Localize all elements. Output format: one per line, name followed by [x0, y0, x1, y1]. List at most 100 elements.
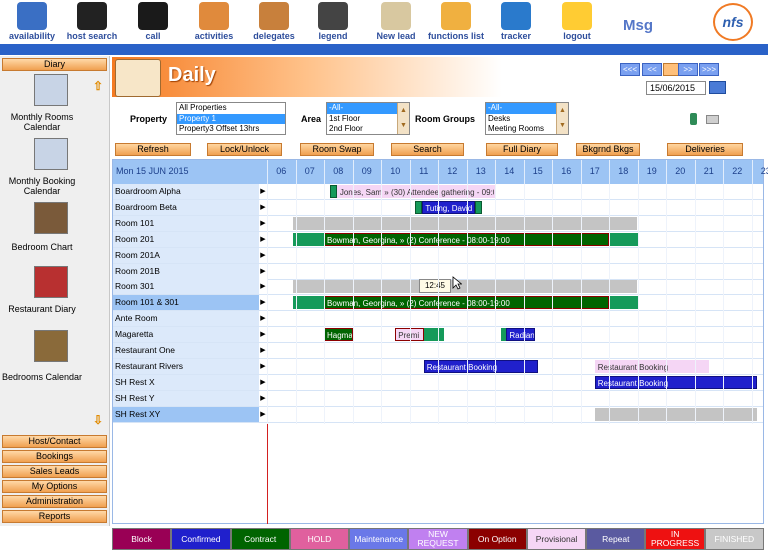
bedrooms-calendar-icon[interactable]: [34, 330, 68, 362]
room-name[interactable]: Ante Room: [113, 311, 259, 327]
listbox-option[interactable]: Property3 Offset 13hrs: [177, 124, 285, 134]
nav-last-button[interactable]: >>>: [699, 63, 719, 76]
room-name[interactable]: SH Rest X: [113, 374, 259, 390]
sidebar-tab-my-options[interactable]: My Options: [2, 480, 107, 493]
room-name[interactable]: Boardroom Alpha: [113, 184, 259, 199]
nav-next-button[interactable]: >>: [678, 63, 698, 76]
row-expand-icon[interactable]: ▶: [259, 390, 267, 406]
row-expand-icon[interactable]: ▶: [259, 374, 267, 390]
area-scrollbar[interactable]: ▲ ▼: [397, 103, 409, 134]
calendar-grid-icon[interactable]: [34, 74, 68, 106]
deliveries-button[interactable]: Deliveries: [667, 143, 743, 156]
booking-block[interactable]: [292, 232, 324, 246]
scroll-down-icon[interactable]: ▼: [398, 118, 409, 133]
edit-icon[interactable]: [690, 113, 697, 125]
row-expand-icon[interactable]: ▶: [259, 231, 267, 247]
room-name[interactable]: Room 201: [113, 231, 259, 247]
row-expand-icon[interactable]: ▶: [259, 343, 267, 358]
property-listbox[interactable]: All Properties Property 1 Property3 Offset…: [176, 102, 286, 135]
row-expand-icon[interactable]: ▶: [259, 406, 267, 422]
booking-block[interactable]: [423, 328, 444, 342]
room-name[interactable]: Restaurant One: [113, 343, 259, 358]
toolbar-item-tracker[interactable]: tracker: [494, 0, 538, 44]
lock-unlock-button[interactable]: Lock/Unlock: [207, 143, 282, 156]
scroll-up-arrow-icon[interactable]: ⇧: [92, 80, 104, 92]
booking-block[interactable]: Restaurant Booking: [594, 359, 709, 373]
full-diary-button[interactable]: Full Diary: [486, 143, 558, 156]
booking-block[interactable]: [609, 232, 638, 246]
scroll-up-icon[interactable]: ▲: [557, 103, 568, 118]
scroll-down-icon[interactable]: ▼: [557, 118, 568, 133]
booking-block[interactable]: [292, 296, 324, 310]
toolbar-item-functions-list[interactable]: functions list: [425, 0, 487, 44]
booking-block[interactable]: Restaurant Booking: [423, 359, 538, 373]
sidebar-item-0[interactable]: Monthly Rooms Calendar: [0, 112, 84, 132]
booking-block[interactable]: [609, 296, 638, 310]
restaurant-icon[interactable]: [34, 266, 68, 298]
sidebar-item-1[interactable]: Monthly Booking Calendar: [0, 176, 84, 196]
refresh-button[interactable]: Refresh: [115, 143, 191, 156]
room-name[interactable]: Room 201A: [113, 247, 259, 263]
room-name[interactable]: Room 101 & 301: [113, 295, 259, 311]
room-name[interactable]: Room 101: [113, 215, 259, 231]
search-button[interactable]: Search: [391, 143, 464, 156]
booking-block[interactable]: [292, 280, 638, 294]
sidebar-tab-reports[interactable]: Reports: [2, 510, 107, 523]
date-input[interactable]: 15/06/2015: [646, 81, 706, 95]
booking-block[interactable]: Hagma: [324, 328, 353, 342]
booking-block[interactable]: [415, 200, 423, 214]
booking-block[interactable]: Jones, Sam » (30) Attendee gathering - 0…: [336, 185, 495, 198]
toolbar-item-call[interactable]: call: [128, 0, 178, 44]
listbox-option[interactable]: Property 1: [177, 113, 285, 124]
row-expand-icon[interactable]: ▶: [259, 311, 267, 327]
msg-link[interactable]: Msg: [623, 17, 653, 34]
calendar-picker-icon[interactable]: [709, 81, 726, 94]
nav-first-button[interactable]: <<<: [620, 63, 640, 76]
room-name[interactable]: Room 201B: [113, 263, 259, 279]
toolbar-item-new-lead[interactable]: New lead: [369, 0, 423, 44]
room-name[interactable]: SH Rest XY: [113, 406, 259, 422]
booking-block[interactable]: [594, 407, 758, 421]
bkgrnd-bkgs-button[interactable]: Bkgrnd Bkgs: [576, 143, 640, 156]
room-swap-button[interactable]: Room Swap: [300, 143, 374, 156]
room-name[interactable]: Room 301: [113, 279, 259, 295]
toolbar-item-delegates[interactable]: delegates: [248, 0, 300, 44]
sidebar-tab-administration[interactable]: Administration: [2, 495, 107, 508]
bedroom-icon[interactable]: [34, 202, 68, 234]
booking-block[interactable]: [329, 185, 337, 198]
sidebar-tab-bookings[interactable]: Bookings: [2, 450, 107, 463]
area-listbox[interactable]: -All- 1st Floor 2nd Floor ▲ ▼: [326, 102, 410, 135]
toolbar-item-availability[interactable]: availability: [3, 0, 61, 44]
toolbar-item-activities[interactable]: activities: [190, 0, 238, 44]
sidebar-tab-host-contact[interactable]: Host/Contact: [2, 435, 107, 448]
nav-prev-button[interactable]: <<: [642, 63, 662, 76]
booking-block[interactable]: [292, 216, 638, 230]
sidebar-item-4[interactable]: Bedrooms Calendar: [0, 372, 84, 382]
row-expand-icon[interactable]: ▶: [259, 184, 267, 199]
booking-block[interactable]: Restaurant Booking: [594, 375, 758, 389]
sidebar-tab-sales-leads[interactable]: Sales Leads: [2, 465, 107, 478]
room-name[interactable]: SH Rest Y: [113, 390, 259, 406]
room-name[interactable]: Restaurant Rivers: [113, 358, 259, 374]
room-groups-scrollbar[interactable]: ▲ ▼: [556, 103, 568, 134]
row-expand-icon[interactable]: ▶: [259, 358, 267, 374]
scroll-up-icon[interactable]: ▲: [398, 103, 409, 118]
listbox-option[interactable]: All Properties: [177, 103, 285, 114]
scroll-down-arrow-icon[interactable]: ⇩: [92, 414, 104, 426]
room-name[interactable]: Magaretta: [113, 327, 259, 343]
sidebar-item-3[interactable]: Restaurant Diary: [0, 304, 84, 314]
sidebar-item-2[interactable]: Bedroom Chart: [0, 242, 84, 252]
row-expand-icon[interactable]: ▶: [259, 327, 267, 343]
toolbar-item-legend[interactable]: legend: [313, 0, 353, 44]
row-expand-icon[interactable]: ▶: [259, 215, 267, 231]
row-expand-icon[interactable]: ▶: [259, 199, 267, 215]
room-name[interactable]: Boardroom Beta: [113, 199, 259, 215]
row-expand-icon[interactable]: ▶: [259, 247, 267, 263]
room-groups-listbox[interactable]: -All- Desks Meeting Rooms ▲ ▼: [485, 102, 569, 135]
row-expand-icon[interactable]: ▶: [259, 263, 267, 279]
toolbar-item-host-search[interactable]: host search: [64, 0, 120, 44]
booking-block[interactable]: Radian: [506, 328, 535, 342]
toolbar-item-logout[interactable]: logout: [555, 0, 599, 44]
print-icon[interactable]: [706, 115, 719, 124]
row-expand-icon[interactable]: ▶: [259, 295, 267, 311]
